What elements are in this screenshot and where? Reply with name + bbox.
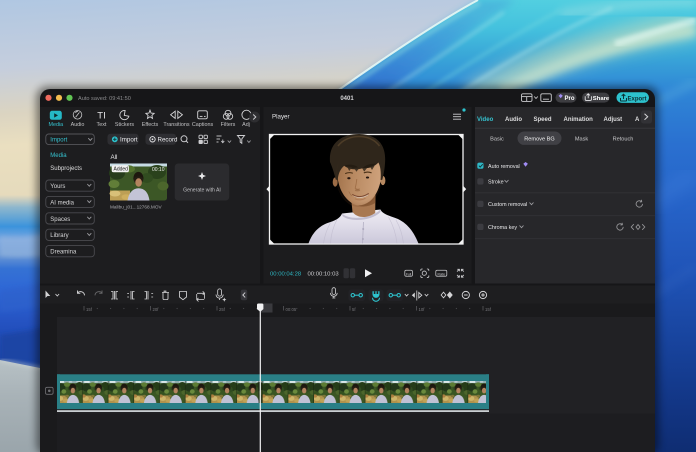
svg-text:Media: Media	[50, 153, 67, 159]
svg-text:Ratio: Ratio	[437, 272, 445, 276]
svg-text:Chroma key: Chroma key	[488, 225, 517, 231]
svg-text:Export: Export	[628, 96, 647, 102]
svg-text:Share: Share	[593, 96, 610, 102]
svg-text:00:05: 00:05	[286, 307, 297, 312]
svg-text:Effects: Effects	[142, 122, 159, 128]
svg-text:Subprojects: Subprojects	[50, 166, 82, 172]
svg-text:25f: 25f	[219, 307, 226, 312]
svg-text:Mask: Mask	[575, 137, 589, 143]
svg-text:Import: Import	[50, 138, 67, 144]
svg-text:Record: Record	[158, 137, 179, 144]
svg-text:Import: Import	[120, 137, 138, 144]
svg-text:Media: Media	[48, 122, 63, 128]
svg-text:Audio: Audio	[505, 117, 522, 123]
svg-text:Captions: Captions	[192, 122, 214, 128]
svg-text:Player: Player	[272, 114, 290, 121]
svg-text:Malibu_j01...12768.MOV: Malibu_j01...12768.MOV	[110, 204, 162, 209]
svg-text:Library: Library	[50, 233, 68, 239]
svg-text:Retouch: Retouch	[613, 137, 634, 143]
svg-text:0401: 0401	[340, 96, 354, 102]
svg-text:Filters: Filters	[221, 122, 236, 128]
svg-text:Video: Video	[477, 117, 494, 123]
svg-text:00:00:04:28: 00:00:04:28	[270, 272, 302, 278]
svg-text:Text: Text	[97, 122, 107, 128]
svg-text:10f: 10f	[419, 307, 426, 312]
svg-text:20f: 20f	[153, 307, 160, 312]
svg-text:AI media: AI media	[50, 200, 74, 206]
svg-text:Added: Added	[114, 167, 129, 173]
svg-text:Adjust: Adjust	[604, 117, 623, 123]
svg-text:Stickers: Stickers	[115, 122, 134, 128]
svg-text:Full: Full	[406, 272, 412, 276]
svg-text:Speed: Speed	[534, 117, 552, 123]
svg-text:Pro: Pro	[565, 96, 575, 102]
svg-text:15f: 15f	[86, 307, 93, 312]
svg-text:15f: 15f	[485, 307, 492, 312]
svg-text:Basic: Basic	[490, 137, 504, 143]
svg-text:Remove BG: Remove BG	[524, 137, 554, 143]
svg-text:Transitions: Transitions	[163, 122, 189, 128]
svg-text:Auto removal: Auto removal	[488, 164, 520, 170]
svg-text:Auto saved: 09:41:50: Auto saved: 09:41:50	[78, 96, 131, 102]
svg-text:00:10: 00:10	[152, 167, 165, 173]
svg-text:00:00:10:03: 00:00:10:03	[308, 272, 340, 278]
svg-text:Dreamina: Dreamina	[50, 250, 77, 256]
svg-text:All: All	[111, 154, 118, 161]
svg-text:Animation: Animation	[564, 117, 594, 123]
svg-text:TI: TI	[97, 111, 105, 122]
svg-text:Audio: Audio	[71, 122, 85, 128]
svg-text:A: A	[635, 117, 640, 123]
svg-text:Adj: Adj	[242, 122, 250, 128]
svg-text:Custom removal: Custom removal	[488, 202, 527, 208]
svg-text:Stroke: Stroke	[488, 180, 504, 186]
svg-text:Yours: Yours	[50, 184, 65, 190]
svg-text:Spaces: Spaces	[50, 217, 70, 223]
svg-text:Generate with AI: Generate with AI	[183, 187, 221, 193]
